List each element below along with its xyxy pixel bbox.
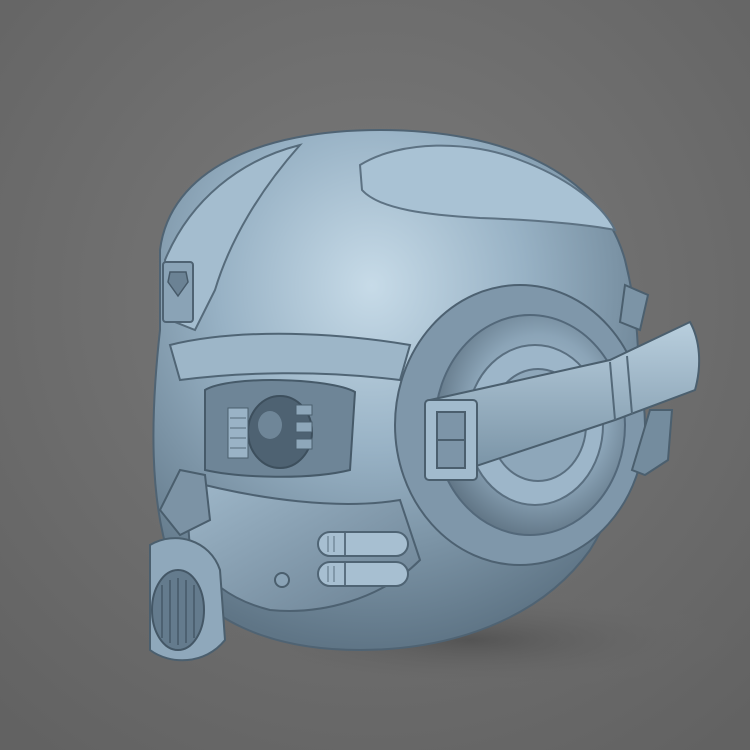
vent-slot: [295, 404, 313, 416]
vent-slot: [295, 421, 313, 433]
render-viewport: [0, 0, 750, 750]
eye-highlight: [258, 411, 282, 439]
helmet-render: [0, 0, 750, 750]
cheek-bolt: [274, 572, 290, 588]
brow-ridge: [168, 332, 412, 382]
ribbed-panel: [227, 407, 249, 459]
vent-slot: [295, 438, 313, 450]
